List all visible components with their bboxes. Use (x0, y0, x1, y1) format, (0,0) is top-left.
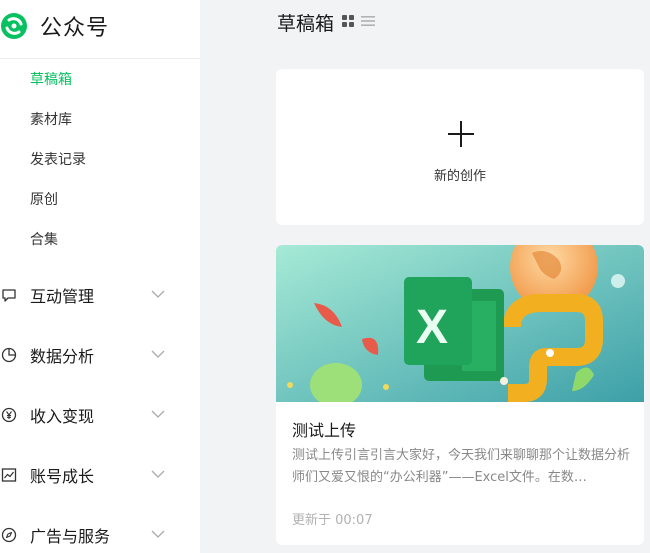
chevron-down-icon (151, 350, 165, 358)
sidebar-group-ads-services[interactable]: 广告与服务 (0, 520, 190, 550)
svg-text:X: X (416, 301, 448, 354)
chat-bubble-icon (2, 289, 16, 302)
chevron-down-icon (151, 410, 165, 418)
pie-chart-icon (1, 347, 17, 363)
wechat-mp-logo-icon (1, 13, 27, 39)
sidebar-group-label: 广告与服务 (30, 527, 111, 546)
sidebar-group-monetization[interactable]: 收入变现 (0, 400, 190, 430)
chevron-down-icon (151, 290, 165, 298)
list-view-icon[interactable] (361, 15, 375, 27)
sidebar-group-growth[interactable]: 账号成长 (0, 460, 190, 490)
sidebar-group-label: 收入变现 (30, 407, 95, 426)
sidebar-item-materials[interactable]: 素材库 (30, 109, 72, 129)
article-title: 测试上传 (292, 421, 357, 440)
chevron-down-icon (151, 470, 165, 478)
article-cover-image: X (276, 245, 644, 402)
article-digest: 测试上传引言引言大家好，今天我们来聊聊那个让数据分析师们又爱又恨的“办公利器”—… (292, 448, 631, 485)
page-title: 草稿箱 (277, 13, 335, 35)
grid-view-icon[interactable] (342, 15, 354, 27)
sidebar-group-interaction[interactable]: 互动管理 (0, 280, 190, 310)
draft-article-card[interactable]: X 测试上传 测试上传引言引言大家好，今天我们来聊聊那个让数据分析师们又爱又恨的… (276, 245, 644, 545)
sidebar-group-label: 账号成长 (30, 467, 95, 486)
sidebar-item-drafts[interactable]: 草稿箱 (30, 69, 72, 89)
new-creation-label: 新的创作 (433, 169, 486, 184)
compass-icon (1, 527, 17, 543)
sidebar-item-original[interactable]: 原创 (30, 189, 58, 209)
sidebar: 公众号 草稿箱 素材库 发表记录 原创 合集 互动管理 数据分析 收入变现 账号… (0, 0, 200, 553)
article-updated-time: 更新于 00:07 (292, 513, 373, 528)
sidebar-group-label: 互动管理 (30, 287, 95, 306)
sidebar-group-label: 数据分析 (30, 347, 95, 366)
app-logo[interactable]: 公众号 (0, 6, 109, 46)
sidebar-group-analytics[interactable]: 数据分析 (0, 340, 190, 370)
yen-icon (1, 407, 17, 423)
sidebar-divider (0, 58, 200, 59)
trend-chart-icon (1, 468, 17, 482)
sidebar-item-publish-records[interactable]: 发表记录 (30, 149, 86, 169)
chevron-down-icon (151, 530, 165, 538)
new-creation-card[interactable]: 新的创作 (276, 69, 644, 225)
plus-icon (448, 121, 474, 147)
app-name: 公众号 (40, 16, 110, 41)
sidebar-item-collections[interactable]: 合集 (30, 229, 58, 249)
